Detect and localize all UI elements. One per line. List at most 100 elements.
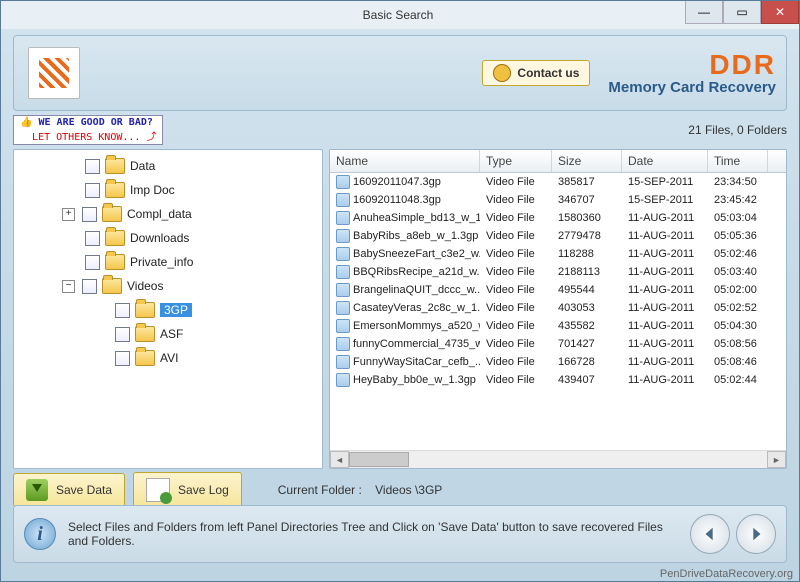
- cell-time: 05:05:36: [708, 230, 768, 242]
- tree-label: Data: [130, 159, 155, 173]
- tree-node[interactable]: ASF: [14, 322, 322, 346]
- cell-time: 23:45:42: [708, 194, 768, 206]
- folder-tree[interactable]: Data Imp Doc+Compl_data Downloads Private_i…: [13, 149, 323, 469]
- tree-node[interactable]: Imp Doc: [14, 178, 322, 202]
- cell-size: 495544: [552, 284, 622, 296]
- folder-icon: [102, 278, 122, 294]
- expand-icon[interactable]: +: [62, 208, 75, 221]
- cell-date: 11-AUG-2011: [622, 248, 708, 260]
- list-row[interactable]: EmersonMommys_a520_w...Video File4355821…: [330, 317, 786, 335]
- tree-label: ASF: [160, 327, 183, 341]
- forward-button[interactable]: [736, 514, 776, 554]
- back-button[interactable]: [690, 514, 730, 554]
- cell-time: 05:04:30: [708, 320, 768, 332]
- file-icon: [336, 229, 350, 243]
- cell-date: 11-AUG-2011: [622, 266, 708, 278]
- checkbox[interactable]: [85, 255, 100, 270]
- checkbox[interactable]: [115, 303, 130, 318]
- checkbox[interactable]: [82, 279, 97, 294]
- list-row[interactable]: FunnyWaySitaCar_cefb_...Video File166728…: [330, 353, 786, 371]
- cell-size: 2188113: [552, 266, 622, 278]
- file-icon: [336, 247, 350, 261]
- folder-icon: [105, 158, 125, 174]
- banner-row: 👍 WE ARE GOOD OR BAD? LET OTHERS KNOW...…: [13, 115, 787, 145]
- cell-type: Video File: [480, 284, 552, 296]
- cell-time: 05:03:04: [708, 212, 768, 224]
- scroll-left-icon[interactable]: ◄: [330, 451, 349, 468]
- tree-node[interactable]: +Compl_data: [14, 202, 322, 226]
- cell-name: BrangelinaQUIT_dccc_w...: [353, 284, 480, 296]
- cell-time: 05:02:46: [708, 248, 768, 260]
- list-row[interactable]: HeyBaby_bb0e_w_1.3gpVideo File43940711-A…: [330, 371, 786, 389]
- list-row[interactable]: CasateyVeras_2c8c_w_1...Video File403053…: [330, 299, 786, 317]
- close-button[interactable]: ✕: [761, 1, 799, 24]
- cell-type: Video File: [480, 320, 552, 332]
- checkbox[interactable]: [82, 207, 97, 222]
- header-panel: Contact us DDR Memory Card Recovery: [13, 35, 787, 111]
- expand-icon[interactable]: −: [62, 280, 75, 293]
- scroll-right-icon[interactable]: ►: [767, 451, 786, 468]
- checkbox[interactable]: [85, 183, 100, 198]
- tree-node[interactable]: Downloads: [14, 226, 322, 250]
- col-size[interactable]: Size: [552, 150, 622, 172]
- cell-name: HeyBaby_bb0e_w_1.3gp: [353, 374, 476, 386]
- brand-tagline: Memory Card Recovery: [608, 79, 776, 96]
- cell-size: 1580360: [552, 212, 622, 224]
- current-folder-path: Videos \3GP: [375, 483, 442, 497]
- cell-size: 701427: [552, 338, 622, 350]
- cell-time: 05:02:00: [708, 284, 768, 296]
- tree-label: Downloads: [130, 231, 189, 245]
- cell-date: 11-AUG-2011: [622, 230, 708, 242]
- folder-icon: [135, 326, 155, 342]
- file-icon: [336, 373, 350, 387]
- cell-time: 05:02:52: [708, 302, 768, 314]
- cell-date: 11-AUG-2011: [622, 374, 708, 386]
- action-row: Save Data Save Log Current Folder : Vide…: [13, 472, 787, 508]
- col-date[interactable]: Date: [622, 150, 708, 172]
- info-icon: i: [24, 518, 56, 550]
- col-name[interactable]: Name: [330, 150, 480, 172]
- tree-node[interactable]: 3GP: [14, 298, 322, 322]
- list-row[interactable]: BBQRibsRecipe_a21d_w...Video File2188113…: [330, 263, 786, 281]
- scroll-track[interactable]: [349, 452, 767, 467]
- checkbox[interactable]: [115, 327, 130, 342]
- col-type[interactable]: Type: [480, 150, 552, 172]
- tree-node[interactable]: Private_info: [14, 250, 322, 274]
- cell-type: Video File: [480, 212, 552, 224]
- cell-size: 166728: [552, 356, 622, 368]
- folder-icon: [135, 350, 155, 366]
- cell-size: 346707: [552, 194, 622, 206]
- person-icon: [493, 64, 511, 82]
- tree-node[interactable]: −Videos: [14, 274, 322, 298]
- file-icon: [336, 319, 350, 333]
- list-row[interactable]: BabySneezeFart_c3e2_w...Video File118288…: [330, 245, 786, 263]
- list-row[interactable]: 16092011047.3gpVideo File38581715-SEP-20…: [330, 173, 786, 191]
- maximize-button[interactable]: ▭: [723, 1, 761, 24]
- tree-node[interactable]: AVI: [14, 346, 322, 370]
- checkbox[interactable]: [85, 231, 100, 246]
- list-row[interactable]: 16092011048.3gpVideo File34670715-SEP-20…: [330, 191, 786, 209]
- cell-date: 11-AUG-2011: [622, 320, 708, 332]
- checkbox[interactable]: [115, 351, 130, 366]
- cell-size: 2779478: [552, 230, 622, 242]
- list-row[interactable]: BabyRibs_a8eb_w_1.3gpVideo File277947811…: [330, 227, 786, 245]
- minimize-button[interactable]: —: [685, 1, 723, 24]
- cell-time: 05:08:56: [708, 338, 768, 350]
- horizontal-scrollbar[interactable]: ◄ ►: [330, 450, 786, 468]
- list-row[interactable]: funnyCommercial_4735_w...Video File70142…: [330, 335, 786, 353]
- checkbox[interactable]: [85, 159, 100, 174]
- tree-node[interactable]: Data: [14, 154, 322, 178]
- save-log-button[interactable]: Save Log: [133, 472, 242, 508]
- contact-us-button[interactable]: Contact us: [482, 60, 590, 86]
- promo-banner[interactable]: 👍 WE ARE GOOD OR BAD? LET OTHERS KNOW...…: [13, 115, 163, 145]
- folder-icon: [105, 254, 125, 270]
- scroll-thumb[interactable]: [349, 452, 409, 467]
- col-time[interactable]: Time: [708, 150, 768, 172]
- save-data-button[interactable]: Save Data: [13, 473, 125, 507]
- cell-name: CasateyVeras_2c8c_w_1...: [353, 302, 480, 314]
- cell-name: BBQRibsRecipe_a21d_w...: [353, 266, 480, 278]
- list-body[interactable]: 16092011047.3gpVideo File38581715-SEP-20…: [330, 173, 786, 450]
- list-row[interactable]: AnuheaSimple_bd13_w_1...Video File158036…: [330, 209, 786, 227]
- list-row[interactable]: BrangelinaQUIT_dccc_w...Video File495544…: [330, 281, 786, 299]
- folder-icon: [105, 230, 125, 246]
